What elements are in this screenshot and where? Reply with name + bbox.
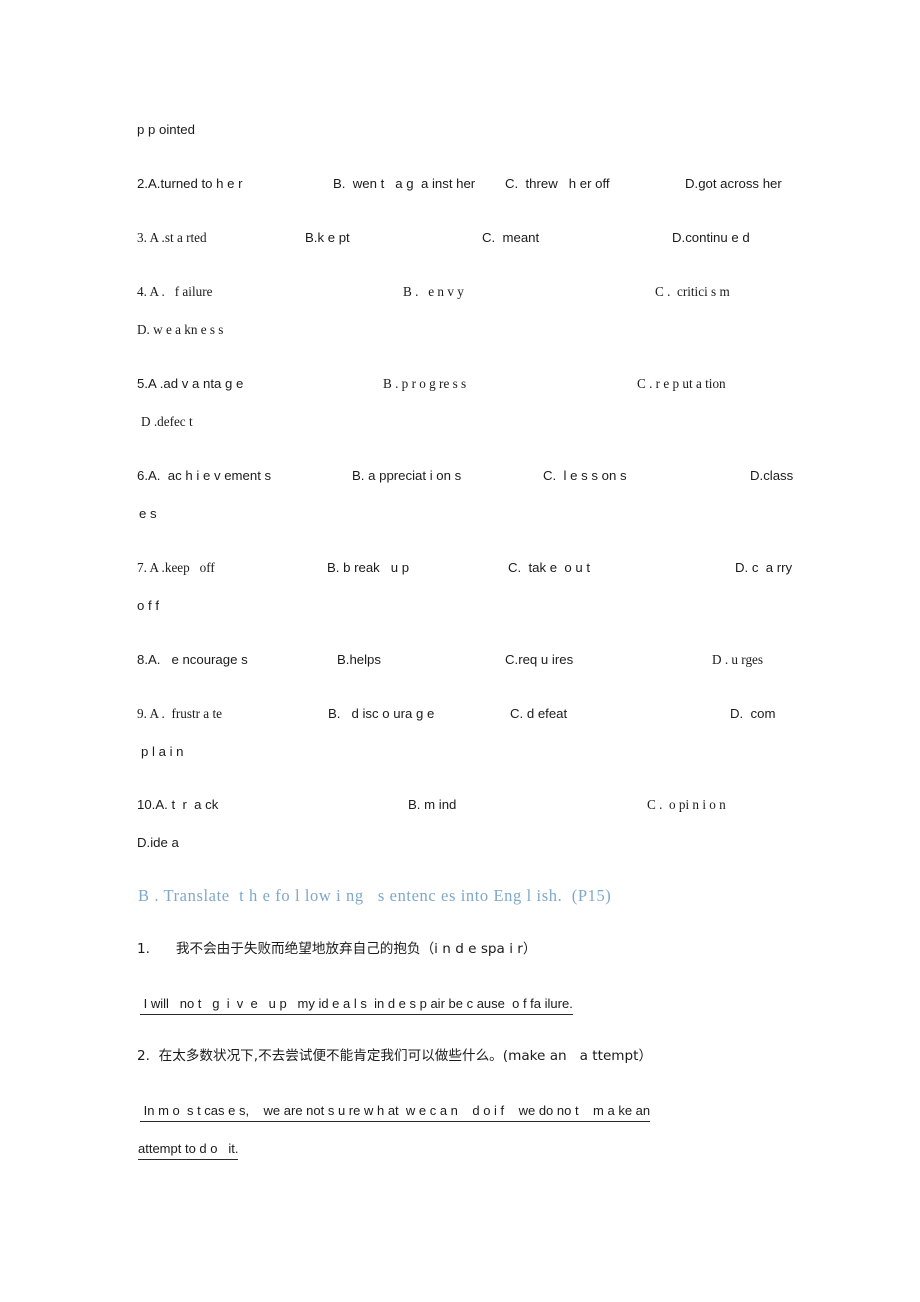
option-b[interactable]: B.k e pt — [305, 230, 350, 246]
option-d-wrap[interactable]: D.ide a — [137, 835, 179, 851]
option-d[interactable]: D.got across her — [685, 176, 782, 192]
option-d-wrap[interactable]: p l a i n — [141, 744, 184, 760]
translate-prompt: 1. 我不会由于失败而绝望地放弃自己的抱负（i n d e spa i r） — [137, 941, 537, 957]
option-b[interactable]: B. d isc o ura g e — [328, 706, 434, 722]
option-b[interactable]: B. a ppreciat i on s — [352, 468, 461, 484]
option-c[interactable]: C . o pi n i o n — [647, 797, 726, 813]
option-a[interactable]: 5.A .ad v a nta g e — [137, 376, 243, 392]
option-d[interactable]: D. com — [730, 706, 775, 722]
option-b[interactable]: B . e n v y — [403, 284, 464, 300]
option-b[interactable]: B . p r o g re s s — [383, 376, 466, 392]
option-d-wrap[interactable]: D .defec t — [141, 414, 193, 430]
option-c[interactable]: C. d efeat — [510, 706, 567, 722]
option-a[interactable]: 4. A . f ailure — [137, 284, 212, 300]
option-a[interactable]: 7. A .keep off — [137, 560, 215, 576]
option-d-wrap[interactable]: o f f — [137, 598, 159, 614]
option-c[interactable]: C. meant — [482, 230, 539, 246]
translate-answer-line[interactable]: In m o s t cas e s, we are not s u re w … — [140, 1102, 651, 1122]
option-c[interactable]: C. tak e o u t — [508, 560, 590, 576]
translate-answer-line[interactable]: attempt to d o it. — [138, 1140, 239, 1160]
document-page: p p ointed 2.A.turned to h e r B. wen t … — [0, 0, 920, 1302]
option-c[interactable]: C . critici s m — [655, 284, 730, 300]
option-b[interactable]: B.helps — [337, 652, 381, 668]
option-c[interactable]: C. threw h er off — [505, 176, 610, 192]
option-a[interactable]: 10.A. t r a ck — [137, 797, 218, 813]
option-a[interactable]: 6.A. ac h i e v ement s — [137, 468, 271, 484]
section-b-heading: B . Translate t h e fo l low i ng s ente… — [138, 886, 612, 905]
continuation-line: p p ointed — [137, 122, 195, 137]
option-a[interactable]: 8.A. e ncourage s — [137, 652, 248, 668]
option-d[interactable]: D. c a rry — [735, 560, 792, 576]
option-a[interactable]: 2.A.turned to h e r — [137, 176, 243, 192]
translate-answer-line[interactable]: I will no t g i v e u p my id e a l s in… — [140, 995, 573, 1015]
option-a[interactable]: 3. A .st a rted — [137, 230, 207, 246]
option-b[interactable]: B. wen t a g a inst her — [333, 176, 475, 192]
option-c[interactable]: C. l e s s on s — [543, 468, 627, 484]
option-d[interactable]: D.class — [750, 468, 793, 484]
option-b[interactable]: B. b reak u p — [327, 560, 409, 576]
option-c[interactable]: C.req u ires — [505, 652, 573, 668]
option-d-wrap[interactable]: e s — [139, 506, 157, 522]
option-d-wrap[interactable]: D. w e a kn e s s — [137, 322, 223, 338]
option-a[interactable]: 9. A . frustr a te — [137, 706, 222, 722]
option-d[interactable]: D.continu e d — [672, 230, 750, 246]
option-c[interactable]: C . r e p ut a tion — [637, 376, 726, 392]
translate-prompt: 2. 在太多数状况下,不去尝试便不能肯定我们可以做些什么。(make an a … — [137, 1048, 653, 1064]
option-b[interactable]: B. m ind — [408, 797, 456, 813]
option-d[interactable]: D . u rges — [712, 652, 763, 668]
